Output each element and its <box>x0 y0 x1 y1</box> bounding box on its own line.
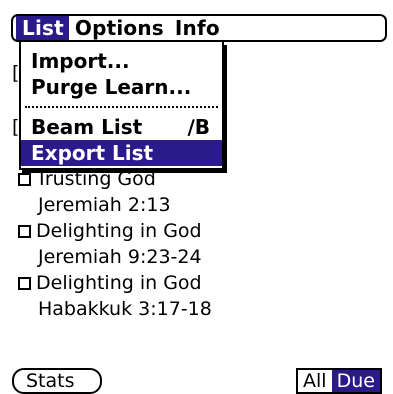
menu-bar: List Options Info <box>11 14 387 42</box>
list-item-title: Delighting in God <box>36 272 202 294</box>
filter-all-button[interactable]: All <box>298 370 332 392</box>
menu-shortcut: ∕B <box>187 115 210 139</box>
checkbox[interactable] <box>18 172 31 186</box>
checkbox[interactable] <box>18 224 31 238</box>
list-item[interactable]: Trusting God Jeremiah 2:13 <box>16 166 356 218</box>
menu-item-label: Import... <box>31 49 130 73</box>
menu-info[interactable]: Info <box>169 16 225 40</box>
stats-button[interactable]: Stats <box>12 368 102 394</box>
list-item-reference: Jeremiah 2:13 <box>38 194 171 216</box>
menu-item-purge-learn[interactable]: Purge Learn... <box>21 74 222 100</box>
list-menu-dropdown: Import... Purge Learn... Beam List ∕B Ex… <box>19 42 224 170</box>
list-item[interactable]: Delighting in God Jeremiah 9:23-24 <box>16 218 356 270</box>
menu-item-label: Purge Learn... <box>31 75 192 99</box>
menu-item-import[interactable]: Import... <box>21 48 222 74</box>
list-item-title: Trusting God <box>36 168 156 190</box>
menu-item-beam-list[interactable]: Beam List ∕B <box>21 114 222 140</box>
list-item[interactable]: Delighting in God Habakkuk 3:17-18 <box>16 270 356 322</box>
list-item-title: Delighting in God <box>36 220 202 242</box>
menu-separator <box>25 106 218 108</box>
menu-list[interactable]: List <box>16 16 69 40</box>
menu-item-label: Export List <box>31 141 154 165</box>
filter-selector: All Due <box>296 368 382 394</box>
filter-due-button[interactable]: Due <box>331 370 380 392</box>
verse-list: Trusting God Jeremiah 2:13 Delighting in… <box>16 166 356 322</box>
menu-item-label: Beam List <box>31 115 143 139</box>
list-item-reference: Jeremiah 9:23-24 <box>38 246 202 268</box>
list-item-reference: Habakkuk 3:17-18 <box>38 298 212 320</box>
menu-options[interactable]: Options <box>69 16 169 40</box>
checkbox[interactable] <box>18 276 31 290</box>
menu-item-export-list[interactable]: Export List <box>21 140 222 166</box>
